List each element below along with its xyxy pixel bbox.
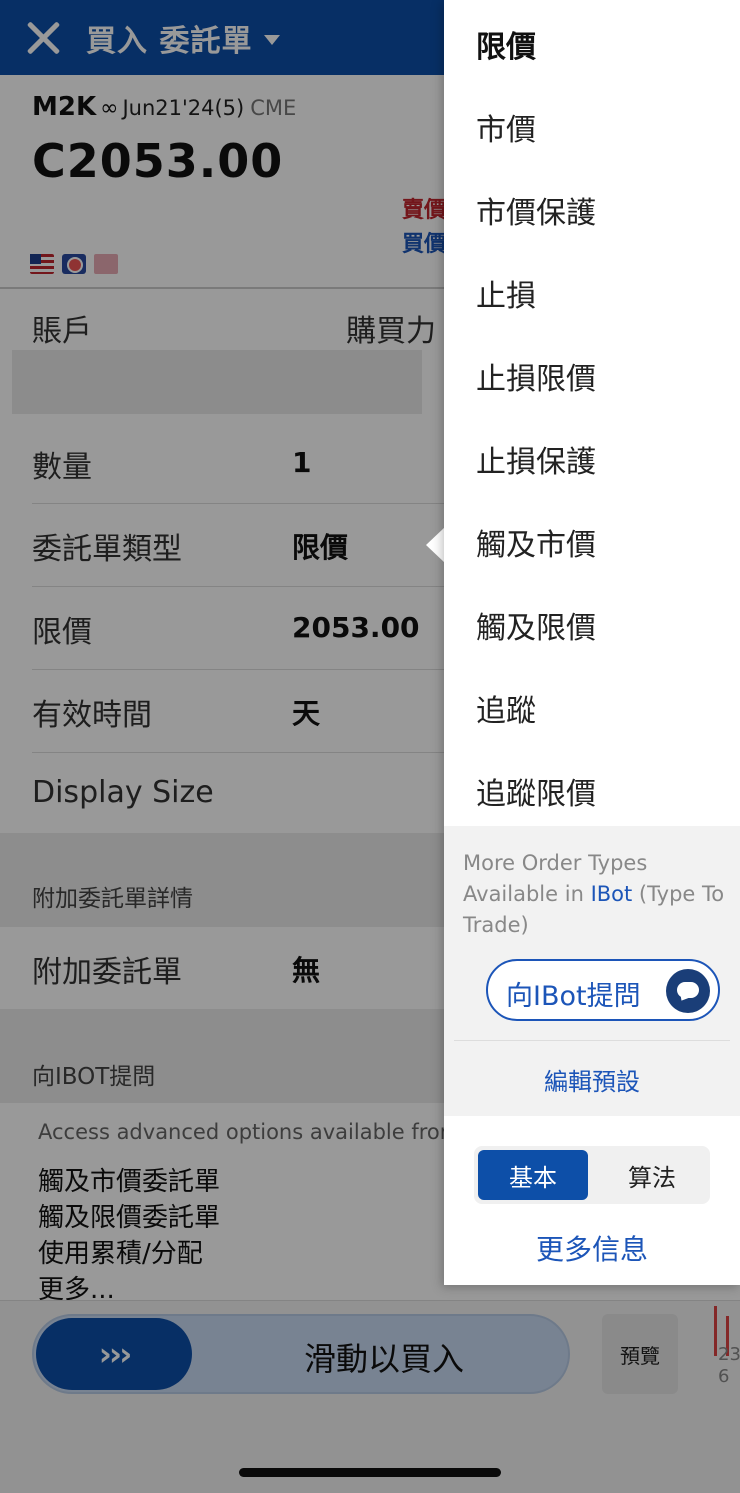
basic-algo-toggle: 基本 算法 [474,1146,710,1204]
menu-item-limit[interactable]: 限價 [476,22,536,66]
menu-footer: More Order Types Available in IBot (Type… [444,826,740,1116]
chat-icon [666,969,710,1013]
menu-item-mit[interactable]: 觸及市價 [476,520,596,564]
ask-ibot-button[interactable]: 向IBot提問 [486,959,720,1021]
ibot-link[interactable]: IBot [591,882,633,906]
more-info-link[interactable]: 更多信息 [444,1228,740,1268]
menu-item-stop-limit[interactable]: 止損限價 [476,354,596,398]
edit-presets-link[interactable]: 編輯預設 [444,1062,740,1097]
menu-item-market[interactable]: 市價 [476,105,536,149]
order-type-menu: 限價 市價 市價保護 止損 止損限價 止損保護 觸及市價 觸及限價 追蹤 追蹤限… [444,0,740,1285]
menu-item-trail[interactable]: 追蹤 [476,686,536,730]
tab-algo[interactable]: 算法 [598,1150,706,1200]
divider [454,1040,730,1041]
ask-ibot-label: 向IBot提問 [506,981,641,1012]
menu-pointer [426,527,445,563]
menu-item-lit[interactable]: 觸及限價 [476,603,596,647]
menu-item-stop[interactable]: 止損 [476,271,536,315]
menu-item-trail-limit[interactable]: 追蹤限價 [476,769,596,813]
more-order-types-note: More Order Types Available in IBot (Type… [463,851,725,937]
menu-item-stop-protect[interactable]: 止損保護 [476,437,596,481]
tab-basic[interactable]: 基本 [478,1150,588,1200]
menu-item-market-protect[interactable]: 市價保護 [476,188,596,232]
